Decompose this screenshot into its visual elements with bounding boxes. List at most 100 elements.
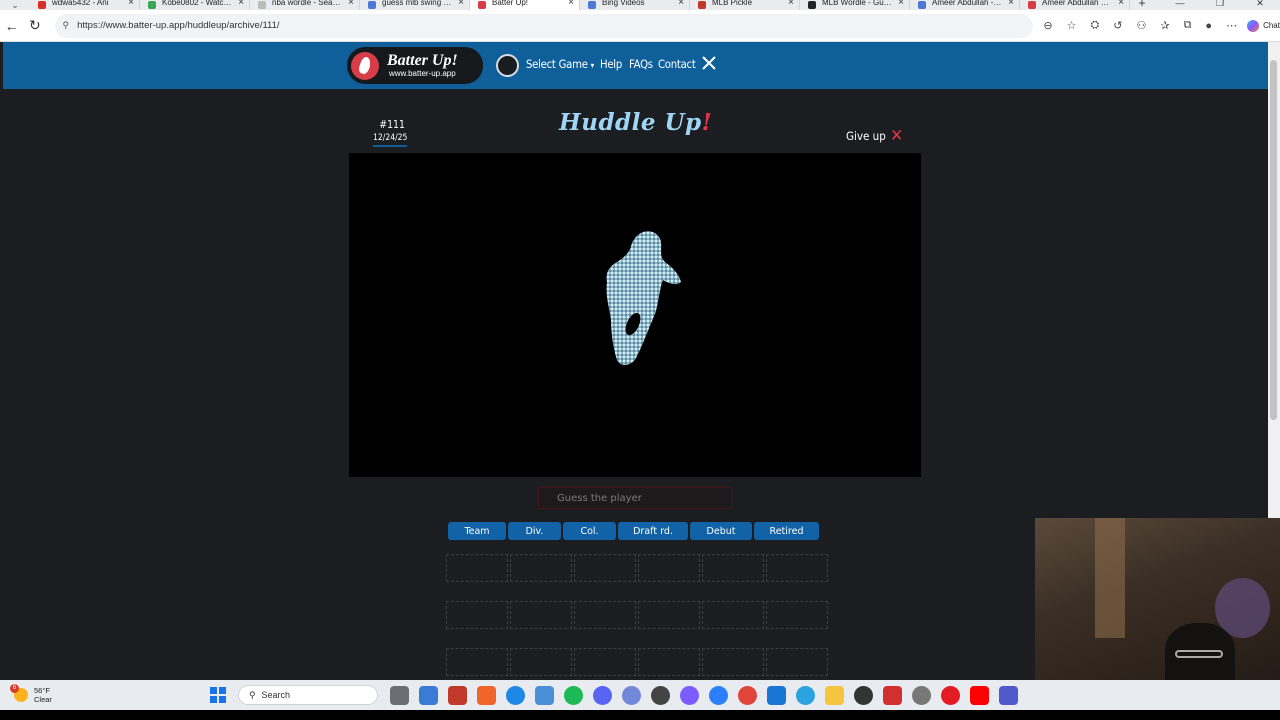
browser-tab[interactable]: MLB Pickle × (690, 0, 800, 10)
opera-browser-icon[interactable] (940, 685, 960, 705)
file-explorer-icon[interactable] (824, 685, 844, 705)
messages-app-icon[interactable] (592, 685, 612, 705)
store-app-icon[interactable] (766, 685, 786, 705)
weather-condition: Clear (34, 695, 52, 704)
faqs-link[interactable]: FAQs (629, 57, 653, 71)
media-player-icon[interactable] (853, 685, 873, 705)
column-header-team: Team (448, 522, 506, 540)
tab-list-chevron-icon[interactable]: ⌄ (0, 0, 30, 10)
youtube-icon[interactable] (969, 685, 989, 705)
chatgpt-icon[interactable] (650, 685, 670, 705)
guess-cell (638, 648, 700, 676)
edge-browser-icon[interactable] (708, 685, 728, 705)
back-icon[interactable]: ← (0, 18, 23, 34)
brave-browser-icon[interactable] (476, 685, 496, 705)
brand-name: Batter Up! (387, 51, 458, 69)
select-game-label: Select Game (526, 57, 588, 71)
browser-tab[interactable]: Ameer Abdullah Car × (1020, 0, 1130, 10)
tab-favicon-icon (258, 1, 266, 9)
tab-close-icon[interactable]: × (568, 0, 574, 8)
ccleaner-icon[interactable] (505, 685, 525, 705)
close-window-icon[interactable]: ✕ (1240, 0, 1280, 9)
guess-cell (510, 648, 572, 676)
telegram-icon[interactable] (795, 685, 815, 705)
news-app-icon[interactable] (447, 685, 467, 705)
guess-cell (446, 554, 508, 582)
browser-tab[interactable]: Batter Up! × (470, 0, 580, 10)
tab-close-icon[interactable]: × (1118, 0, 1124, 8)
browser-tab[interactable]: Kobe0802 - Watch cl × (140, 0, 250, 10)
baseball-logo-icon (351, 51, 379, 80)
chat-button[interactable]: Chat (1247, 19, 1280, 32)
select-game-dropdown[interactable]: Select Game ▾ (526, 57, 594, 71)
browser-tab[interactable]: nba wordle - Search × (250, 0, 360, 10)
minimize-icon[interactable]: — (1160, 0, 1200, 8)
chrome-browser-icon[interactable] (737, 685, 757, 705)
teams-app-icon[interactable] (998, 685, 1018, 705)
browser-tab[interactable]: wdwa5432 - Ani × (30, 0, 140, 10)
guess-cell (766, 601, 828, 629)
help-link[interactable]: Help (600, 57, 622, 71)
maximize-icon[interactable]: ❐ (1200, 0, 1240, 9)
browser-tab[interactable]: guess mlb swing - Se × (360, 0, 470, 10)
chat-label: Chat (1263, 21, 1280, 30)
discord-icon[interactable] (621, 685, 641, 705)
weather-widget[interactable]: 6 56°F Clear (10, 684, 52, 704)
contact-link[interactable]: Contact (658, 57, 696, 71)
tab-title: Ameer Abdullah Car (1042, 0, 1112, 7)
threads-app-icon[interactable] (679, 685, 699, 705)
browser-tab[interactable]: Ameer Abdullah - Se × (910, 0, 1020, 10)
browser-tab[interactable]: MLB Wordle - Guess × (800, 0, 910, 10)
puzzle-date[interactable]: 12/24/25 (373, 133, 408, 147)
tab-favicon-icon (1028, 1, 1036, 9)
zoom-icon[interactable]: ⊖ (1043, 19, 1052, 32)
tab-title: Bing Videos (602, 0, 645, 7)
refresh-extension-icon[interactable]: ↺ (1113, 19, 1122, 32)
game-title-text: Huddle Up (559, 109, 702, 136)
collections-icon[interactable]: ⧉ (1184, 19, 1192, 32)
profile-icon[interactable]: ● (1205, 20, 1212, 32)
copilot-app-icon[interactable] (418, 685, 438, 705)
tab-close-icon[interactable]: × (1008, 0, 1014, 8)
guess-player-input[interactable] (538, 487, 732, 509)
page-scrollbar-thumb[interactable] (1270, 60, 1277, 420)
guess-cell (510, 601, 572, 629)
favorite-star-icon[interactable]: ☆ (1067, 19, 1077, 32)
windows-start-icon[interactable] (209, 687, 226, 703)
site-logo[interactable]: Batter Up! www.batter-up.app (347, 47, 483, 84)
tab-close-icon[interactable]: × (678, 0, 684, 8)
give-up-button[interactable]: Give up ✕ (846, 128, 903, 145)
tab-title: Kobe0802 - Watch cl (162, 0, 232, 7)
recorder-app-icon[interactable] (882, 685, 902, 705)
tab-close-icon[interactable]: × (788, 0, 794, 8)
new-tab-button[interactable]: + (1130, 0, 1154, 10)
task-view-icon[interactable] (389, 685, 409, 705)
favorites-icon[interactable]: ✰ (1160, 19, 1169, 32)
tab-close-icon[interactable]: × (238, 0, 244, 8)
tab-close-icon[interactable]: × (898, 0, 904, 8)
url-field[interactable]: ⚲ https://www.batter-up.app/huddleup/arc… (54, 13, 1034, 38)
guess-cell (446, 601, 508, 629)
guess-cell (446, 648, 508, 676)
give-up-label: Give up (846, 129, 886, 143)
tab-close-icon[interactable]: × (128, 0, 134, 8)
browser-tab[interactable]: Bing Videos × (580, 0, 690, 10)
game-title: Huddle Up! (559, 109, 712, 136)
guess-cell (638, 554, 700, 582)
tab-close-icon[interactable]: × (348, 0, 354, 8)
theme-toggle-icon[interactable] (496, 54, 519, 77)
extension-icon[interactable]: ⛭ (1090, 19, 1099, 32)
x-social-icon[interactable] (701, 55, 717, 71)
more-icon[interactable]: ⋯ (1226, 19, 1237, 32)
settings-app-icon[interactable] (911, 685, 931, 705)
taskbar-search[interactable]: ⚲ Search (237, 685, 378, 705)
guess-cell (702, 554, 764, 582)
site-info-icon[interactable]: ⚲ (63, 20, 70, 31)
tab-close-icon[interactable]: × (458, 0, 464, 8)
refresh-icon[interactable]: ↻ (23, 17, 46, 34)
brand-domain: www.batter-up.app (388, 68, 456, 78)
spotify-icon[interactable] (563, 685, 583, 705)
webcam-glasses (1175, 650, 1223, 658)
photos-app-icon[interactable] (534, 685, 554, 705)
split-screen-icon[interactable]: ⚇ (1136, 19, 1146, 32)
